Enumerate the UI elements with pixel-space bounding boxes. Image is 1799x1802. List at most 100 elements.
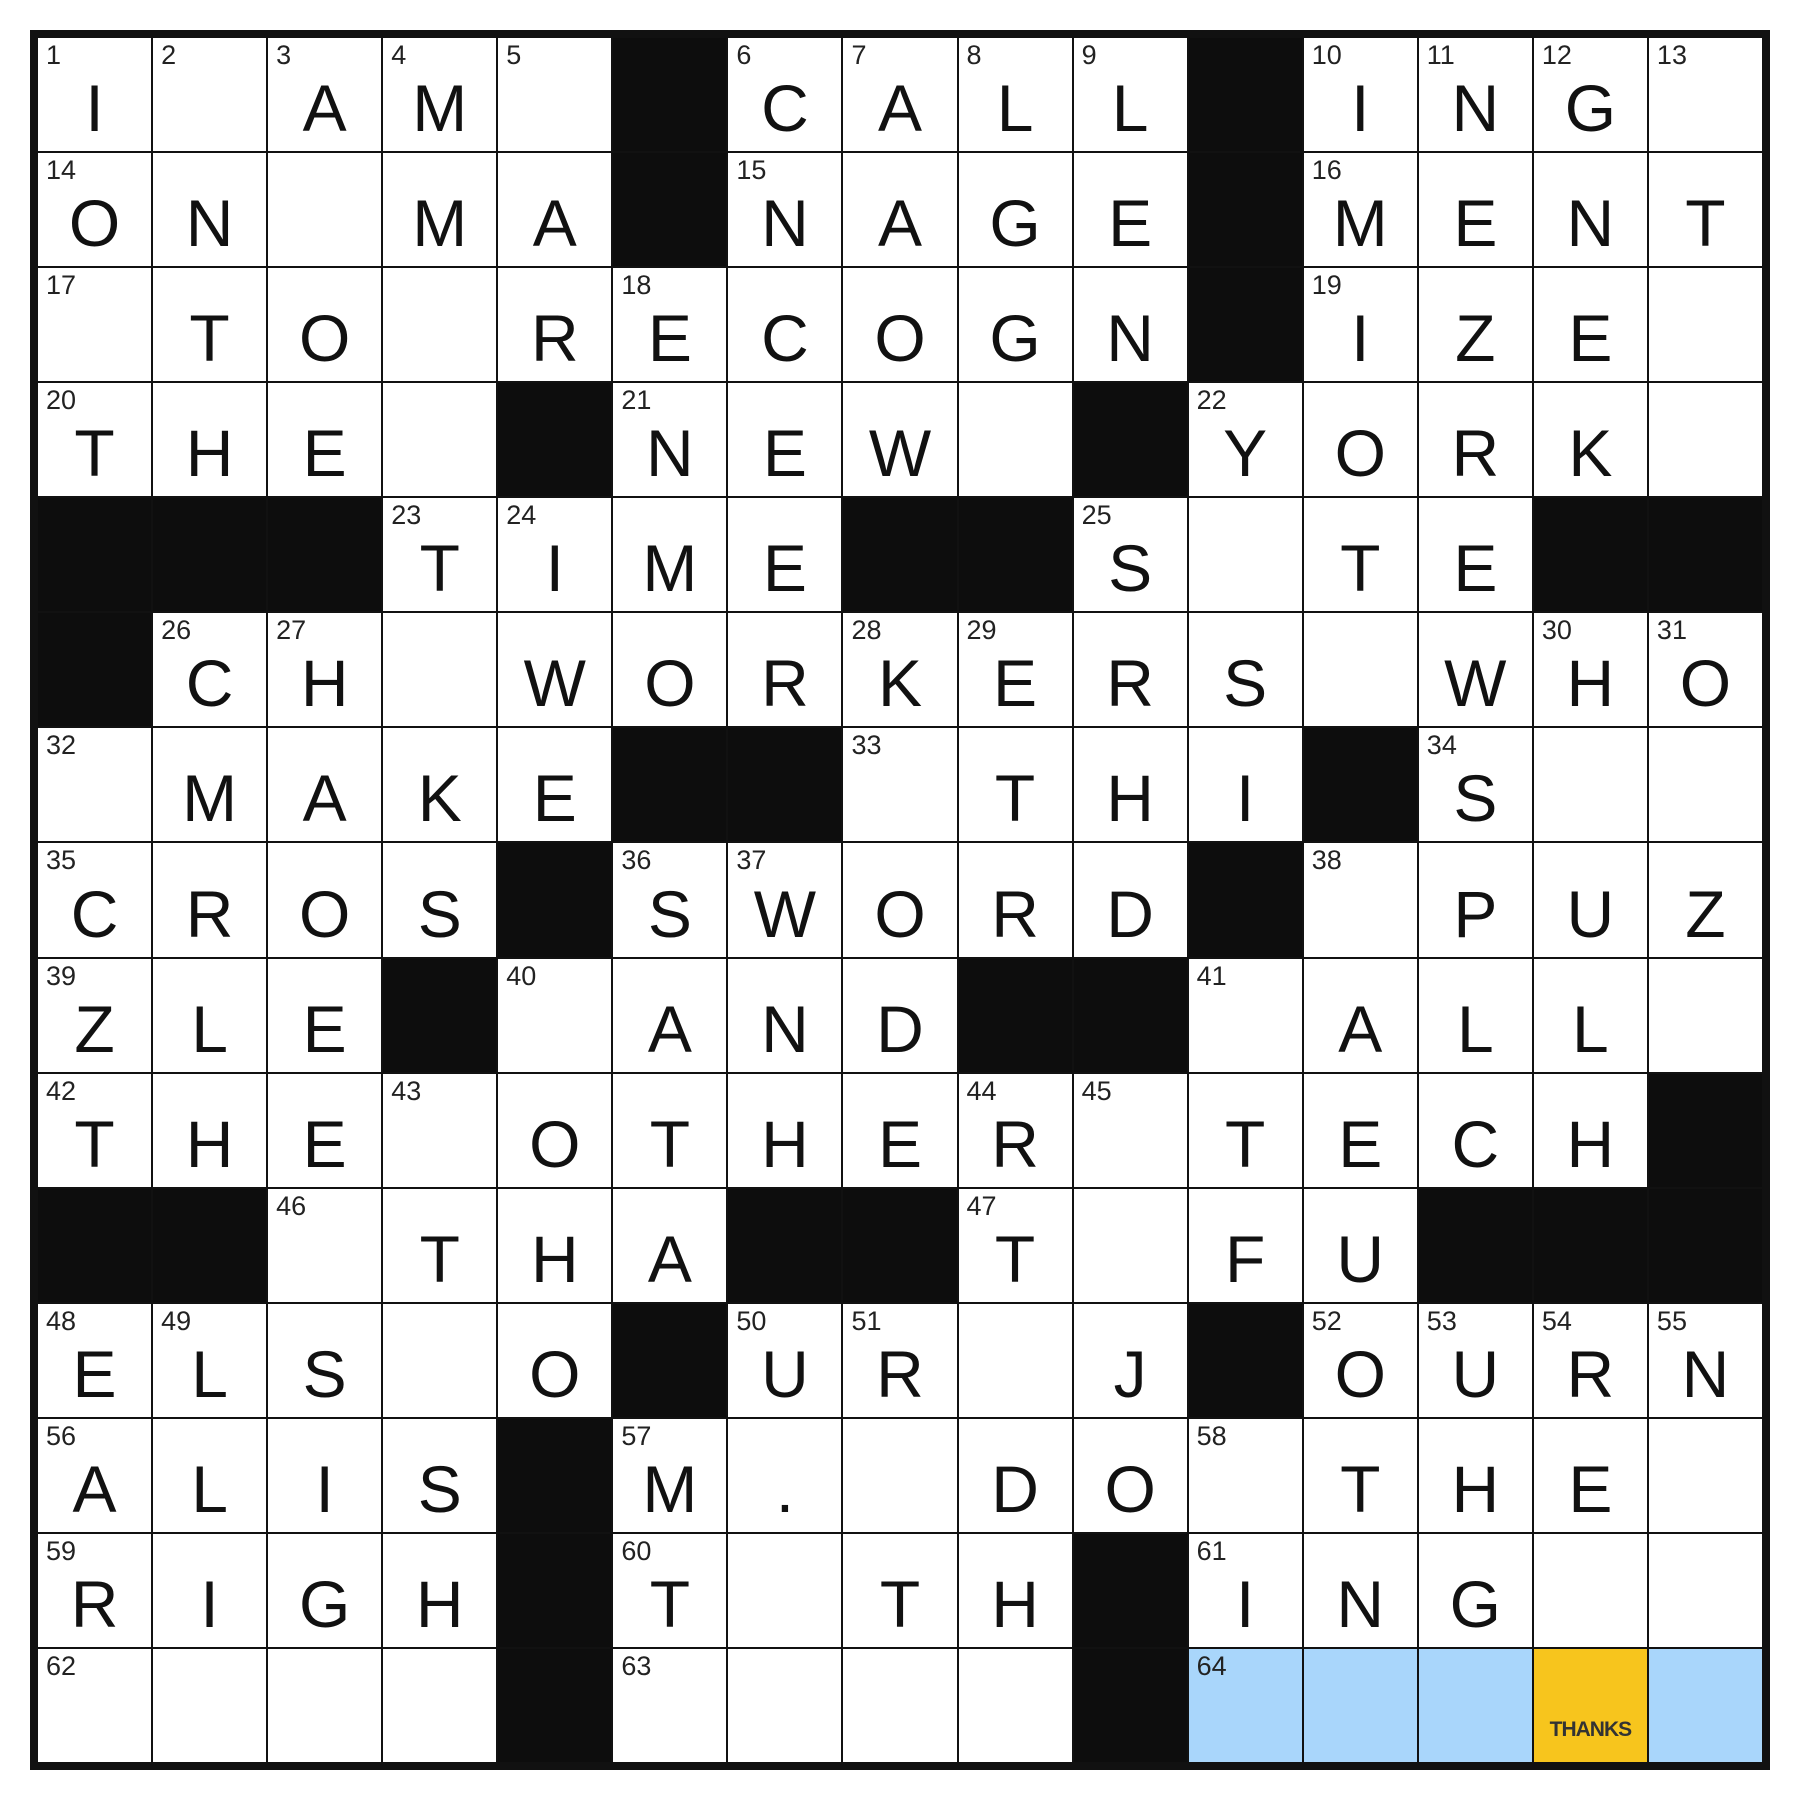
grid-cell[interactable]: M [153, 728, 267, 842]
grid-cell[interactable] [1648, 383, 1762, 497]
grid-cell[interactable]: 8L [958, 38, 1072, 152]
grid-cell[interactable]: 44 R [958, 1073, 1072, 1187]
grid-cell[interactable]: T [383, 1188, 497, 1302]
grid-cell[interactable]: 15 N [728, 153, 842, 267]
grid-cell[interactable] [1533, 1533, 1647, 1647]
grid-cell[interactable] [1303, 613, 1417, 727]
grid-cell[interactable]: O [1303, 383, 1417, 497]
grid-cell[interactable]: E [1418, 153, 1532, 267]
grid-cell[interactable] [383, 1648, 497, 1762]
grid-cell[interactable] [958, 383, 1072, 497]
grid-cell[interactable]: O [498, 1303, 612, 1417]
grid-cell[interactable]: 3A [268, 38, 382, 152]
grid-cell[interactable]: T [1303, 498, 1417, 612]
grid-cell[interactable]: O [843, 843, 957, 957]
grid-cell[interactable] [728, 1648, 842, 1762]
grid-cell[interactable]: 46 [268, 1188, 382, 1302]
grid-cell[interactable] [1648, 958, 1762, 1072]
grid-cell[interactable]: 64 [1188, 1648, 1302, 1762]
grid-cell[interactable]: G [1418, 1533, 1532, 1647]
grid-cell[interactable]: H [498, 1188, 612, 1302]
grid-cell[interactable] [843, 1418, 957, 1532]
grid-cell[interactable]: 62 [38, 1648, 152, 1762]
grid-cell[interactable]: E [1073, 153, 1187, 267]
grid-cell[interactable]: R [1073, 613, 1187, 727]
grid-cell[interactable]: E [268, 1073, 382, 1187]
grid-cell[interactable] [958, 1303, 1072, 1417]
grid-cell[interactable] [1648, 1648, 1762, 1762]
grid-cell[interactable] [268, 1648, 382, 1762]
grid-cell[interactable]: 18 E [613, 268, 727, 382]
grid-cell[interactable]: 14 O [38, 153, 152, 267]
grid-cell[interactable] [728, 1533, 842, 1647]
grid-cell[interactable]: E [728, 383, 842, 497]
grid-cell[interactable]: 26 C [153, 613, 267, 727]
grid-cell[interactable] [268, 153, 382, 267]
grid-cell[interactable]: N [1073, 268, 1187, 382]
grid-cell[interactable]: 55 N [1648, 1303, 1762, 1417]
grid-cell[interactable]: 23 T [383, 498, 497, 612]
grid-cell[interactable]: 28 K [843, 613, 957, 727]
grid-cell[interactable]: 5 [498, 38, 612, 152]
grid-cell[interactable]: L [1533, 958, 1647, 1072]
grid-cell[interactable]: 57 M [613, 1418, 727, 1532]
grid-cell[interactable]: E [1303, 1073, 1417, 1187]
grid-cell[interactable]: 35 C [38, 843, 152, 957]
grid-cell[interactable]: A [1303, 958, 1417, 1072]
grid-cell[interactable]: A [613, 958, 727, 1072]
grid-cell[interactable]: 58 [1188, 1418, 1302, 1532]
grid-cell[interactable]: . [728, 1418, 842, 1532]
grid-cell[interactable]: L [153, 958, 267, 1072]
grid-cell[interactable]: 13 [1648, 38, 1762, 152]
grid-cell[interactable] [1073, 1188, 1187, 1302]
grid-cell[interactable]: M [383, 153, 497, 267]
grid-cell[interactable]: 53 U [1418, 1303, 1532, 1417]
grid-cell[interactable]: 42 T [38, 1073, 152, 1187]
grid-cell[interactable]: 52 O [1303, 1303, 1417, 1417]
grid-cell[interactable]: G [958, 268, 1072, 382]
grid-cell[interactable]: M [613, 498, 727, 612]
grid-cell[interactable]: R [1418, 383, 1532, 497]
grid-cell[interactable] [383, 613, 497, 727]
grid-cell[interactable]: C [1418, 1073, 1532, 1187]
grid-cell[interactable]: S [383, 1418, 497, 1532]
grid-cell[interactable] [1188, 498, 1302, 612]
grid-cell[interactable]: A [268, 728, 382, 842]
grid-cell[interactable]: 51 R [843, 1303, 957, 1417]
grid-cell[interactable]: U [1303, 1188, 1417, 1302]
grid-cell[interactable]: 10 I [1303, 38, 1417, 152]
grid-cell[interactable]: 17 [38, 268, 152, 382]
grid-cell[interactable]: S [383, 843, 497, 957]
grid-cell[interactable]: 2 [153, 38, 267, 152]
grid-cell[interactable]: 36 S [613, 843, 727, 957]
grid-cell[interactable]: Z [1418, 268, 1532, 382]
grid-cell[interactable]: H [153, 383, 267, 497]
grid-cell[interactable]: E [268, 958, 382, 1072]
grid-cell[interactable]: 41 [1188, 958, 1302, 1072]
grid-cell[interactable]: 4M [383, 38, 497, 152]
grid-cell[interactable]: 47 T [958, 1188, 1072, 1302]
grid-cell[interactable]: Z [1648, 843, 1762, 957]
grid-cell[interactable]: O [268, 268, 382, 382]
grid-cell[interactable]: 1I [38, 38, 152, 152]
grid-cell[interactable]: S [1188, 613, 1302, 727]
grid-cell[interactable] [1648, 1533, 1762, 1647]
grid-cell[interactable]: O [613, 613, 727, 727]
grid-cell[interactable]: 33 [843, 728, 957, 842]
grid-cell[interactable]: L [153, 1418, 267, 1532]
grid-cell[interactable]: H [1073, 728, 1187, 842]
grid-cell[interactable]: H [153, 1073, 267, 1187]
grid-cell[interactable]: K [1533, 383, 1647, 497]
grid-cell[interactable]: 45 [1073, 1073, 1187, 1187]
grid-cell[interactable]: R [153, 843, 267, 957]
grid-cell[interactable]: G [268, 1533, 382, 1647]
grid-cell[interactable]: 24 I [498, 498, 612, 612]
grid-cell[interactable]: T [153, 268, 267, 382]
grid-cell[interactable]: T [843, 1533, 957, 1647]
grid-cell[interactable]: E [268, 383, 382, 497]
grid-cell[interactable]: W [843, 383, 957, 497]
grid-cell[interactable]: 61 I [1188, 1533, 1302, 1647]
grid-cell[interactable]: THANKS [1533, 1648, 1647, 1762]
grid-cell[interactable]: O [843, 268, 957, 382]
grid-cell[interactable]: H [1418, 1418, 1532, 1532]
